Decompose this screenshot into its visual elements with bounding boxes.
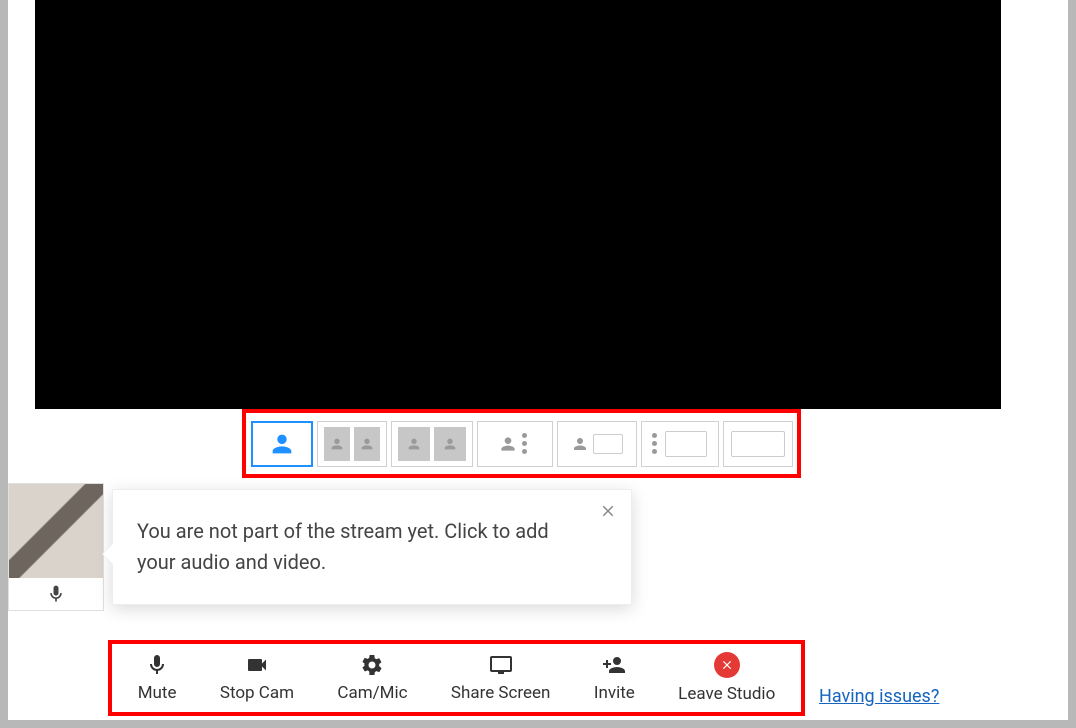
stop-cam-button[interactable]: Stop Cam: [220, 653, 294, 703]
layout-one-plus-list-button[interactable]: [477, 421, 553, 467]
tooltip-message: You are not part of the stream yet. Clic…: [137, 519, 549, 574]
microphone-icon: [46, 584, 66, 604]
join-stream-tooltip: You are not part of the stream yet. Clic…: [112, 489, 632, 605]
person-icon: [442, 436, 458, 452]
invite-button[interactable]: Invite: [594, 653, 635, 703]
layout-two-wide-button[interactable]: [391, 421, 473, 467]
person-icon: [329, 436, 345, 452]
layout-one-plus-screen-button[interactable]: [557, 421, 637, 467]
share-screen-label: Share Screen: [451, 683, 551, 703]
leave-label: Leave Studio: [678, 684, 775, 704]
person-icon: [571, 435, 589, 453]
layout-tile: [324, 427, 350, 461]
self-preview-thumbnail[interactable]: [8, 483, 104, 611]
having-issues-link[interactable]: Having issues?: [819, 686, 939, 707]
camera-icon: [244, 653, 270, 677]
person-icon: [498, 434, 518, 454]
stop-cam-label: Stop Cam: [220, 683, 294, 703]
list-dots-icon: [522, 433, 527, 454]
microphone-icon: [145, 653, 169, 677]
tooltip-close-button[interactable]: [599, 500, 617, 526]
layout-selector-bar: [242, 409, 801, 478]
layout-screen-only-button[interactable]: [723, 421, 793, 467]
person-icon: [268, 430, 296, 458]
layout-tile: [434, 427, 466, 461]
layout-tile: [398, 427, 430, 461]
share-screen-button[interactable]: Share Screen: [451, 653, 551, 703]
layout-list-plus-screen-button[interactable]: [641, 421, 719, 467]
person-icon: [406, 436, 422, 452]
screen-tile-icon: [731, 431, 785, 457]
monitor-icon: [487, 653, 515, 677]
invite-label: Invite: [594, 683, 635, 703]
cam-mic-settings-button[interactable]: Cam/Mic: [337, 653, 407, 703]
cam-mic-label: Cam/Mic: [337, 683, 407, 703]
close-icon: [720, 658, 734, 672]
mute-label: Mute: [138, 683, 177, 703]
gear-icon: [360, 653, 384, 677]
list-dots-icon: [652, 433, 657, 454]
layout-tile: [354, 427, 380, 461]
layout-two-up-button[interactable]: [317, 421, 387, 467]
person-add-icon: [600, 653, 628, 677]
screen-tile-icon: [665, 431, 707, 457]
layout-single-button[interactable]: [251, 421, 313, 467]
self-camera-feed: [9, 484, 103, 578]
screen-tile-icon: [593, 434, 623, 454]
mute-button[interactable]: Mute: [138, 653, 177, 703]
leave-studio-button[interactable]: Leave Studio: [678, 652, 775, 704]
close-icon: [599, 502, 617, 520]
leave-circle-icon: [714, 652, 740, 678]
control-bar: Mute Stop Cam Cam/Mic Share Screen Invit…: [108, 640, 805, 716]
video-preview-area: [35, 0, 1001, 409]
studio-page: You are not part of the stream yet. Clic…: [8, 0, 1068, 720]
self-mic-indicator: [9, 578, 103, 610]
person-icon: [359, 436, 375, 452]
